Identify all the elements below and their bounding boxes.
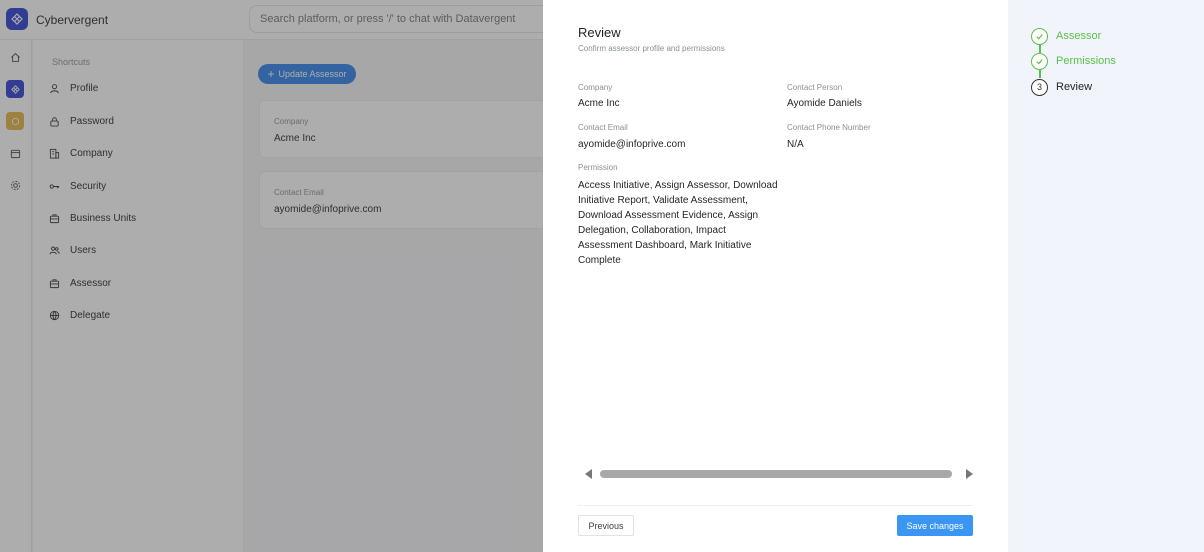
scroll-right-icon[interactable]: [966, 469, 973, 479]
contact-person-value: Ayomide Daniels: [787, 98, 862, 109]
scroll-left-icon[interactable]: [585, 469, 592, 479]
horizontal-scrollbar[interactable]: [580, 467, 975, 481]
company-value: Acme Inc: [578, 98, 620, 109]
step-number: 3: [1031, 78, 1048, 96]
step-connector: [1039, 69, 1041, 78]
step-permissions[interactable]: Permissions: [1031, 52, 1116, 70]
modal-backdrop[interactable]: [0, 0, 543, 552]
scrollbar-thumb[interactable]: [600, 470, 952, 478]
previous-button[interactable]: Previous: [578, 515, 634, 536]
review-panel: Review Confirm assessor profile and perm…: [543, 0, 1008, 552]
page-subtitle: Confirm assessor profile and permissions: [578, 44, 725, 53]
step-label: Assessor: [1056, 30, 1102, 42]
contact-person-label: Contact Person: [787, 83, 843, 92]
save-changes-button[interactable]: Save changes: [897, 515, 973, 536]
contact-email-label: Contact Email: [578, 123, 628, 132]
contact-email-value: ayomide@infoprive.com: [578, 139, 686, 150]
progress-stepper: Assessor Permissions 3 Review: [1008, 0, 1204, 552]
permission-label: Permission: [578, 163, 618, 172]
step-review[interactable]: 3 Review: [1031, 78, 1092, 96]
contact-phone-label: Contact Phone Number: [787, 123, 871, 132]
page-title: Review: [578, 25, 621, 40]
check-icon: [1031, 27, 1048, 45]
step-assessor[interactable]: Assessor: [1031, 27, 1101, 45]
step-label: Review: [1056, 81, 1093, 93]
permission-value: Access Initiative, Assign Assessor, Down…: [578, 180, 778, 266]
company-label: Company: [578, 83, 613, 92]
footer-divider: [578, 505, 973, 506]
contact-phone-value: N/A: [787, 139, 804, 150]
check-icon: [1031, 52, 1048, 70]
step-label: Permissions: [1056, 55, 1116, 67]
